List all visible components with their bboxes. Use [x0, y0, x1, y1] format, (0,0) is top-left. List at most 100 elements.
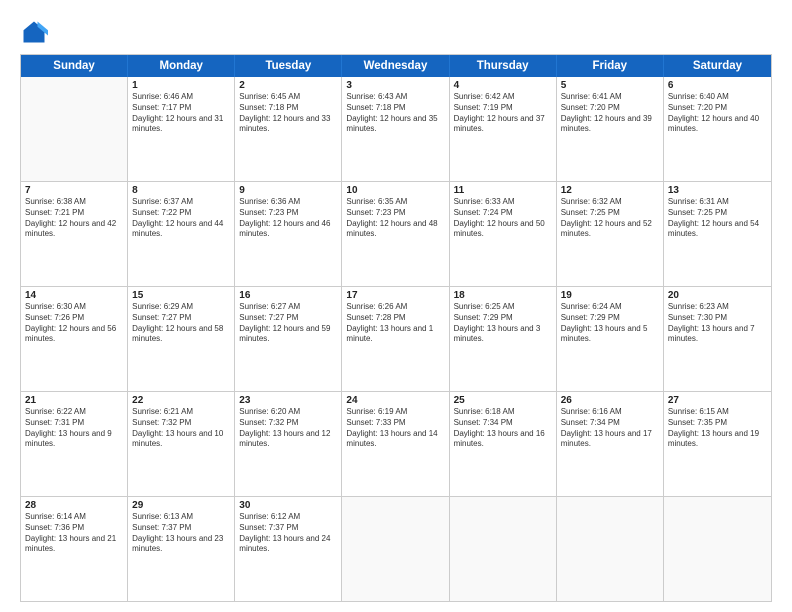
cell-info: Sunrise: 6:41 AM Sunset: 7:20 PM Dayligh…: [561, 92, 659, 135]
cal-cell: [342, 497, 449, 601]
cell-info: Sunrise: 6:32 AM Sunset: 7:25 PM Dayligh…: [561, 197, 659, 240]
cal-cell: [557, 497, 664, 601]
day-number: 6: [668, 80, 767, 91]
day-number: 19: [561, 290, 659, 301]
cell-info: Sunrise: 6:13 AM Sunset: 7:37 PM Dayligh…: [132, 512, 230, 555]
day-number: 18: [454, 290, 552, 301]
page: SundayMondayTuesdayWednesdayThursdayFrid…: [0, 0, 792, 612]
cal-cell: 21Sunrise: 6:22 AM Sunset: 7:31 PM Dayli…: [21, 392, 128, 496]
day-number: 2: [239, 80, 337, 91]
day-number: 15: [132, 290, 230, 301]
cell-info: Sunrise: 6:23 AM Sunset: 7:30 PM Dayligh…: [668, 302, 767, 345]
cal-header-cell: Thursday: [450, 55, 557, 77]
cal-cell: 14Sunrise: 6:30 AM Sunset: 7:26 PM Dayli…: [21, 287, 128, 391]
day-number: 20: [668, 290, 767, 301]
cal-cell: 5Sunrise: 6:41 AM Sunset: 7:20 PM Daylig…: [557, 77, 664, 181]
cell-info: Sunrise: 6:31 AM Sunset: 7:25 PM Dayligh…: [668, 197, 767, 240]
cell-info: Sunrise: 6:42 AM Sunset: 7:19 PM Dayligh…: [454, 92, 552, 135]
day-number: 1: [132, 80, 230, 91]
cal-cell: 10Sunrise: 6:35 AM Sunset: 7:23 PM Dayli…: [342, 182, 449, 286]
cal-cell: 23Sunrise: 6:20 AM Sunset: 7:32 PM Dayli…: [235, 392, 342, 496]
cal-cell: 30Sunrise: 6:12 AM Sunset: 7:37 PM Dayli…: [235, 497, 342, 601]
day-number: 25: [454, 395, 552, 406]
cal-cell: [664, 497, 771, 601]
cell-info: Sunrise: 6:21 AM Sunset: 7:32 PM Dayligh…: [132, 407, 230, 450]
day-number: 4: [454, 80, 552, 91]
day-number: 30: [239, 500, 337, 511]
cal-cell: 15Sunrise: 6:29 AM Sunset: 7:27 PM Dayli…: [128, 287, 235, 391]
logo-icon: [20, 18, 48, 46]
cal-cell: 13Sunrise: 6:31 AM Sunset: 7:25 PM Dayli…: [664, 182, 771, 286]
cell-info: Sunrise: 6:18 AM Sunset: 7:34 PM Dayligh…: [454, 407, 552, 450]
day-number: 3: [346, 80, 444, 91]
cal-cell: 16Sunrise: 6:27 AM Sunset: 7:27 PM Dayli…: [235, 287, 342, 391]
cal-cell: 18Sunrise: 6:25 AM Sunset: 7:29 PM Dayli…: [450, 287, 557, 391]
cal-cell: 4Sunrise: 6:42 AM Sunset: 7:19 PM Daylig…: [450, 77, 557, 181]
cell-info: Sunrise: 6:36 AM Sunset: 7:23 PM Dayligh…: [239, 197, 337, 240]
day-number: 24: [346, 395, 444, 406]
day-number: 5: [561, 80, 659, 91]
cal-cell: [21, 77, 128, 181]
cal-week-row: 28Sunrise: 6:14 AM Sunset: 7:36 PM Dayli…: [21, 497, 771, 601]
day-number: 9: [239, 185, 337, 196]
day-number: 28: [25, 500, 123, 511]
cell-info: Sunrise: 6:35 AM Sunset: 7:23 PM Dayligh…: [346, 197, 444, 240]
cal-cell: 8Sunrise: 6:37 AM Sunset: 7:22 PM Daylig…: [128, 182, 235, 286]
day-number: 17: [346, 290, 444, 301]
day-number: 12: [561, 185, 659, 196]
day-number: 27: [668, 395, 767, 406]
cell-info: Sunrise: 6:24 AM Sunset: 7:29 PM Dayligh…: [561, 302, 659, 345]
cal-cell: 1Sunrise: 6:46 AM Sunset: 7:17 PM Daylig…: [128, 77, 235, 181]
cal-cell: 25Sunrise: 6:18 AM Sunset: 7:34 PM Dayli…: [450, 392, 557, 496]
cal-cell: 26Sunrise: 6:16 AM Sunset: 7:34 PM Dayli…: [557, 392, 664, 496]
day-number: 11: [454, 185, 552, 196]
cal-cell: 17Sunrise: 6:26 AM Sunset: 7:28 PM Dayli…: [342, 287, 449, 391]
cal-cell: 29Sunrise: 6:13 AM Sunset: 7:37 PM Dayli…: [128, 497, 235, 601]
calendar-body: 1Sunrise: 6:46 AM Sunset: 7:17 PM Daylig…: [21, 77, 771, 601]
header: [20, 18, 772, 46]
cal-cell: 9Sunrise: 6:36 AM Sunset: 7:23 PM Daylig…: [235, 182, 342, 286]
cal-week-row: 1Sunrise: 6:46 AM Sunset: 7:17 PM Daylig…: [21, 77, 771, 182]
cell-info: Sunrise: 6:20 AM Sunset: 7:32 PM Dayligh…: [239, 407, 337, 450]
day-number: 26: [561, 395, 659, 406]
cal-header-cell: Tuesday: [235, 55, 342, 77]
cal-cell: 3Sunrise: 6:43 AM Sunset: 7:18 PM Daylig…: [342, 77, 449, 181]
day-number: 29: [132, 500, 230, 511]
day-number: 22: [132, 395, 230, 406]
day-number: 10: [346, 185, 444, 196]
cal-header-cell: Friday: [557, 55, 664, 77]
cell-info: Sunrise: 6:16 AM Sunset: 7:34 PM Dayligh…: [561, 407, 659, 450]
cell-info: Sunrise: 6:26 AM Sunset: 7:28 PM Dayligh…: [346, 302, 444, 345]
cal-week-row: 14Sunrise: 6:30 AM Sunset: 7:26 PM Dayli…: [21, 287, 771, 392]
cell-info: Sunrise: 6:43 AM Sunset: 7:18 PM Dayligh…: [346, 92, 444, 135]
calendar-header: SundayMondayTuesdayWednesdayThursdayFrid…: [21, 55, 771, 77]
cell-info: Sunrise: 6:38 AM Sunset: 7:21 PM Dayligh…: [25, 197, 123, 240]
cell-info: Sunrise: 6:19 AM Sunset: 7:33 PM Dayligh…: [346, 407, 444, 450]
cell-info: Sunrise: 6:29 AM Sunset: 7:27 PM Dayligh…: [132, 302, 230, 345]
logo: [20, 18, 52, 46]
cal-cell: 12Sunrise: 6:32 AM Sunset: 7:25 PM Dayli…: [557, 182, 664, 286]
cell-info: Sunrise: 6:37 AM Sunset: 7:22 PM Dayligh…: [132, 197, 230, 240]
cell-info: Sunrise: 6:12 AM Sunset: 7:37 PM Dayligh…: [239, 512, 337, 555]
cal-header-cell: Wednesday: [342, 55, 449, 77]
cal-week-row: 7Sunrise: 6:38 AM Sunset: 7:21 PM Daylig…: [21, 182, 771, 287]
day-number: 8: [132, 185, 230, 196]
day-number: 21: [25, 395, 123, 406]
cal-header-cell: Sunday: [21, 55, 128, 77]
cal-cell: 7Sunrise: 6:38 AM Sunset: 7:21 PM Daylig…: [21, 182, 128, 286]
calendar: SundayMondayTuesdayWednesdayThursdayFrid…: [20, 54, 772, 602]
cell-info: Sunrise: 6:30 AM Sunset: 7:26 PM Dayligh…: [25, 302, 123, 345]
cal-header-cell: Monday: [128, 55, 235, 77]
day-number: 7: [25, 185, 123, 196]
cell-info: Sunrise: 6:14 AM Sunset: 7:36 PM Dayligh…: [25, 512, 123, 555]
cell-info: Sunrise: 6:45 AM Sunset: 7:18 PM Dayligh…: [239, 92, 337, 135]
day-number: 13: [668, 185, 767, 196]
cell-info: Sunrise: 6:46 AM Sunset: 7:17 PM Dayligh…: [132, 92, 230, 135]
cal-header-cell: Saturday: [664, 55, 771, 77]
cal-cell: 6Sunrise: 6:40 AM Sunset: 7:20 PM Daylig…: [664, 77, 771, 181]
cal-cell: 24Sunrise: 6:19 AM Sunset: 7:33 PM Dayli…: [342, 392, 449, 496]
cal-cell: 19Sunrise: 6:24 AM Sunset: 7:29 PM Dayli…: [557, 287, 664, 391]
day-number: 16: [239, 290, 337, 301]
cal-cell: 22Sunrise: 6:21 AM Sunset: 7:32 PM Dayli…: [128, 392, 235, 496]
cell-info: Sunrise: 6:25 AM Sunset: 7:29 PM Dayligh…: [454, 302, 552, 345]
